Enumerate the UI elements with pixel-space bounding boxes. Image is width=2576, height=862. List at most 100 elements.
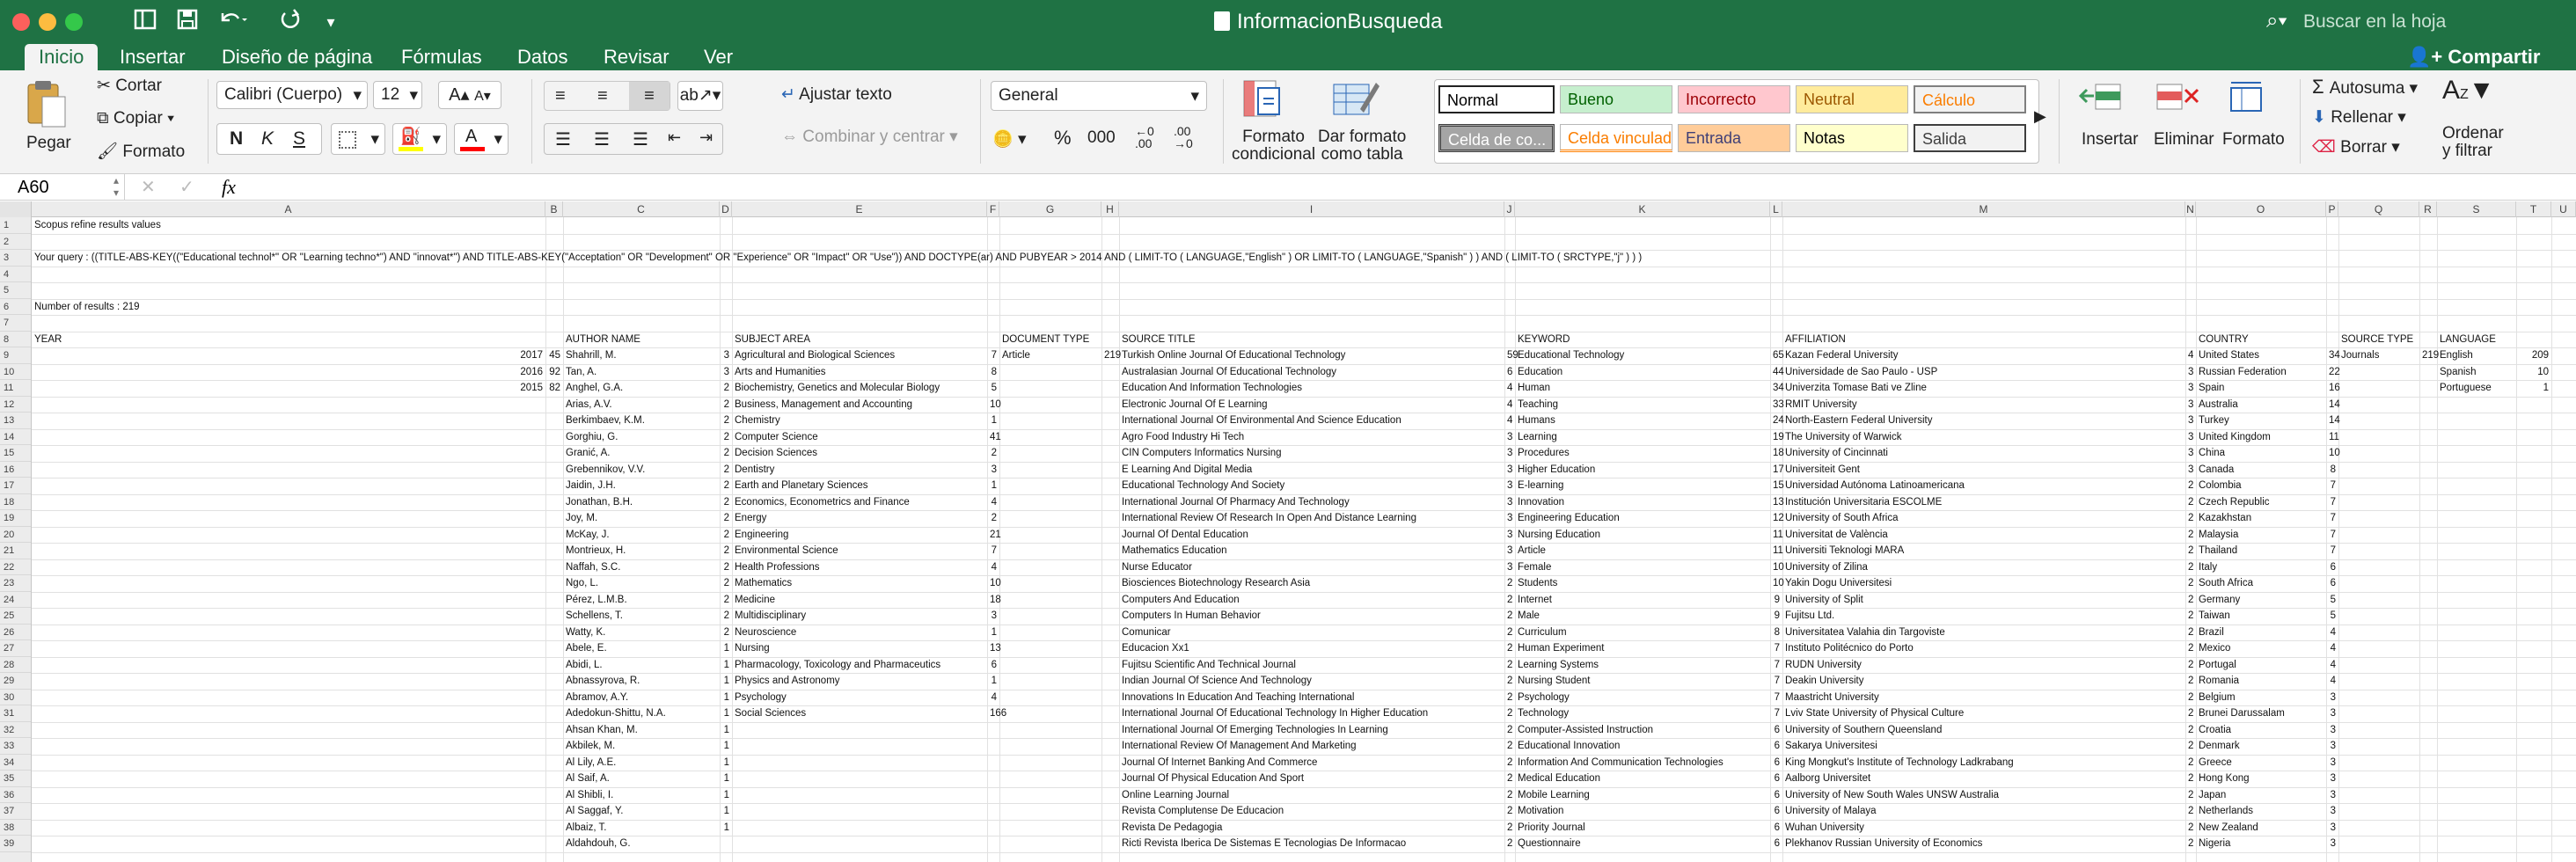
cell-j17[interactable]: 3 [1504,478,1515,494]
cell-p12[interactable]: 14 [2326,397,2340,413]
cell-f30[interactable]: 4 [987,690,999,706]
cell-e22[interactable]: Health Professions [732,559,823,576]
cell-o27[interactable]: Mexico [2196,640,2233,657]
cell-p27[interactable]: 4 [2326,640,2338,657]
row-header[interactable]: 11 [0,380,31,397]
cell-j13[interactable]: 4 [1504,413,1515,429]
percent-button[interactable]: % [1054,127,1072,150]
cell-o36[interactable]: Japan [2196,787,2228,804]
insert-cells-icon[interactable] [2078,79,2131,118]
cell-f27[interactable]: 13 [987,640,1001,657]
cell-m35[interactable]: Aalborg Universitet [1782,771,1873,787]
cell-m10[interactable]: Universidade de Sao Paulo - USP [1782,364,1940,381]
row-header[interactable]: 32 [0,722,31,738]
cell-o39[interactable]: Nigeria [2196,836,2233,852]
cell-b10[interactable]: 92 [545,364,563,381]
cell-e19[interactable]: Energy [732,510,769,527]
cell-o28[interactable]: Portugal [2196,657,2239,674]
cell-n38[interactable]: 2 [2185,820,2196,836]
row-header[interactable]: 35 [0,771,31,787]
cell-l10[interactable]: 44 [1770,364,1784,381]
cell-k11[interactable]: Human [1515,380,1553,397]
cell-n13[interactable]: 3 [2185,413,2196,429]
cell-m36[interactable]: University of New South Wales UNSW Austr… [1782,787,2002,804]
cell-k38[interactable]: Priority Journal [1515,820,1588,836]
cell-f21[interactable]: 7 [987,543,999,559]
align-left-icon[interactable]: ☰ [555,128,571,150]
cell-f25[interactable]: 3 [987,608,999,625]
row-header[interactable]: 38 [0,820,31,836]
cell-d15[interactable]: 2 [720,445,732,462]
cell-f23[interactable]: 10 [987,575,1001,592]
cell-m17[interactable]: Universidad Autónoma Latinoamericana [1782,478,1967,494]
row-header[interactable]: 17 [0,478,31,494]
cell-d29[interactable]: 1 [720,673,732,690]
cell-i39[interactable]: Ricti Revista Iberica De Sistemas E Tecn… [1119,836,1409,852]
cell-l22[interactable]: 10 [1770,559,1784,576]
cell-i12[interactable]: Electronic Journal Of E Learning [1119,397,1270,413]
cell-e30[interactable]: Psychology [732,690,789,706]
cell-d38[interactable]: 1 [720,820,732,836]
cell-p16[interactable]: 8 [2326,462,2338,478]
cell-j11[interactable]: 4 [1504,380,1515,397]
row-header[interactable]: 39 [0,836,31,852]
style-normal[interactable]: Normal [1438,85,1555,113]
cell-m16[interactable]: Universiteit Gent [1782,462,1862,478]
row-header[interactable]: 28 [0,657,31,673]
cell-l38[interactable]: 6 [1770,820,1782,836]
cell-m23[interactable]: Yakin Dogu Universitesi [1782,575,1894,592]
cell-o19[interactable]: Kazakhstan [2196,510,2254,527]
style-notas[interactable]: Notas [1796,124,1908,152]
cell-c25[interactable]: Schellens, T. [563,608,626,625]
cell-t11[interactable]: 1 [2516,380,2551,397]
cell-m15[interactable]: University of Cincinnati [1782,445,1891,462]
row-header[interactable]: 25 [0,608,31,625]
cell-n28[interactable]: 2 [2185,657,2196,674]
cell-c36[interactable]: Al Shibli, I. [563,787,616,804]
cell-l17[interactable]: 15 [1770,478,1784,494]
style-entrada[interactable]: Entrada [1678,124,1790,152]
cell-e27[interactable]: Nursing [732,640,772,657]
cell-d23[interactable]: 2 [720,575,732,592]
cell-k32[interactable]: Computer-Assisted Instruction [1515,722,1656,739]
cell-l35[interactable]: 6 [1770,771,1782,787]
cell-k23[interactable]: Students [1515,575,1560,592]
conditional-format-icon[interactable] [1239,77,1288,121]
cell-m37[interactable]: University of Malaya [1782,803,1879,820]
cell-k33[interactable]: Educational Innovation [1515,738,1622,755]
cell-s9[interactable]: English [2437,347,2476,364]
cell-n31[interactable]: 2 [2185,705,2196,722]
column-header-l[interactable]: L [1770,201,1782,217]
cell-j34[interactable]: 2 [1504,755,1515,771]
cell-m28[interactable]: RUDN University [1782,657,1864,674]
cell-i35[interactable]: Journal Of Physical Education And Sport [1119,771,1306,787]
cell-i15[interactable]: CIN Computers Informatics Nursing [1119,445,1284,462]
cell-p36[interactable]: 3 [2326,787,2338,804]
fill-button[interactable]: ⬇ Rellenar ▾ [2312,107,2406,128]
style-celda-de-comprobacion[interactable]: Celda de co... [1438,124,1555,152]
row-header[interactable]: 10 [0,364,31,380]
cell-n19[interactable]: 2 [2185,510,2196,527]
cell-f16[interactable]: 3 [987,462,999,478]
cell-f14[interactable]: 41 [987,429,1001,446]
cell-c22[interactable]: Naffah, S.C. [563,559,623,576]
cell-k34[interactable]: Information And Communication Technologi… [1515,755,1726,771]
cell-k31[interactable]: Technology [1515,705,1571,722]
cell-d13[interactable]: 2 [720,413,732,429]
cell-e15[interactable]: Decision Sciences [732,445,820,462]
cell-c8[interactable]: AUTHOR NAME [563,332,643,348]
cell-l32[interactable]: 6 [1770,722,1782,739]
cell-f19[interactable]: 2 [987,510,999,527]
cell-n35[interactable]: 2 [2185,771,2196,787]
cell-j36[interactable]: 2 [1504,787,1515,804]
cell-l25[interactable]: 9 [1770,608,1782,625]
row-header[interactable]: 4 [0,267,31,282]
cell-c30[interactable]: Abramov, A.Y. [563,690,631,706]
cell-e25[interactable]: Multidisciplinary [732,608,809,625]
cell-m32[interactable]: University of Southern Queensland [1782,722,1944,739]
cell-c31[interactable]: Adedokun-Shittu, N.A. [563,705,669,722]
cell-k20[interactable]: Nursing Education [1515,527,1603,544]
cell-m8[interactable]: AFFILIATION [1782,332,1848,348]
cell-c39[interactable]: Aldahdouh, G. [563,836,633,852]
style-calculo[interactable]: Cálculo [1914,85,2026,113]
